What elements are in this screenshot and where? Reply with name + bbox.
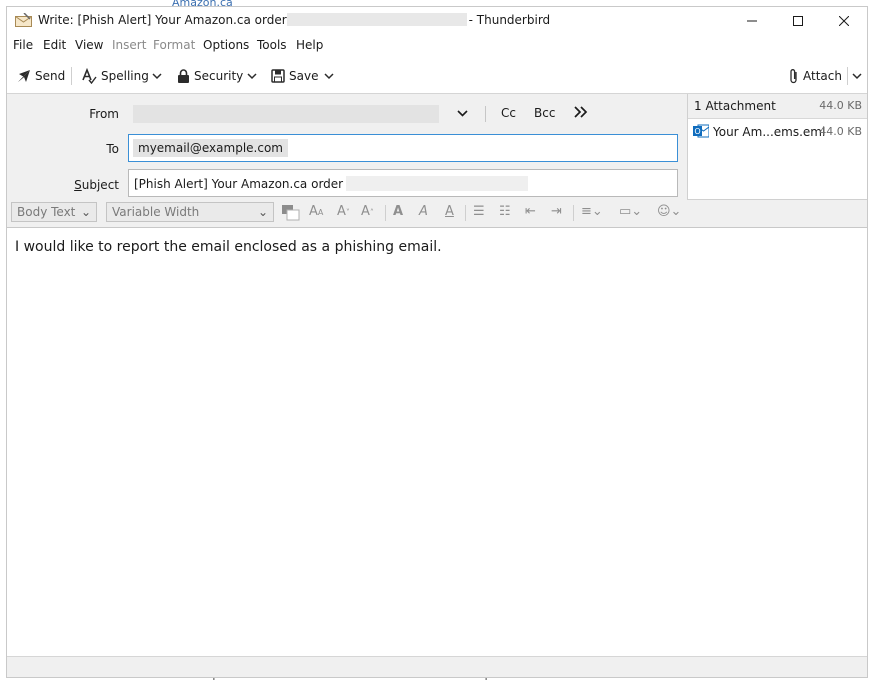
redacted-order-number: [286, 13, 467, 26]
spelling-dropdown-button[interactable]: [152, 65, 166, 87]
from-label: From: [89, 107, 119, 121]
menu-bar: File Edit View Insert Format Options Too…: [7, 36, 867, 56]
maximize-icon: [793, 15, 803, 26]
attachment-total-size: 44.0 KB: [819, 99, 862, 112]
more-recipient-types-button[interactable]: [574, 106, 588, 121]
indent-icon[interactable]: ⇥: [551, 204, 562, 220]
spelling-icon: [82, 68, 97, 84]
insert-image-icon[interactable]: ▭⌄: [619, 204, 642, 220]
bcc-button[interactable]: Bcc: [534, 106, 555, 120]
menu-help[interactable]: Help: [296, 38, 323, 52]
emoji-icon[interactable]: ☺⌄: [657, 204, 681, 220]
subject-field[interactable]: [Phish Alert] Your Amazon.ca order: [128, 169, 678, 197]
chevron-down-icon: [247, 73, 257, 80]
font-size-decrease-icon[interactable]: A˅: [337, 204, 350, 221]
outdent-icon[interactable]: ⇤: [525, 204, 536, 220]
menu-insert[interactable]: Insert: [112, 38, 146, 52]
format-separator: [465, 205, 466, 221]
to-label: To: [106, 142, 119, 156]
toolbar-separator: [847, 67, 848, 85]
format-toolbar: Body Text ⌄ Variable Width ⌄ AA A˅ A˄ A …: [7, 200, 867, 228]
spelling-button[interactable]: Spelling: [81, 65, 149, 87]
chevron-down-icon: [152, 73, 162, 80]
format-separator: [573, 205, 574, 221]
subject-value: [Phish Alert] Your Amazon.ca order: [134, 177, 344, 191]
font-size-increase-icon[interactable]: A˄: [361, 204, 374, 221]
numbered-list-icon[interactable]: ☷: [499, 204, 511, 220]
close-icon: [839, 15, 849, 26]
lock-icon: [178, 69, 189, 83]
attachment-count: 1 Attachment: [694, 99, 776, 113]
attachment-name: Your Am...ems.eml: [713, 125, 826, 139]
cc-button[interactable]: Cc: [501, 106, 516, 120]
minimize-icon: [747, 20, 757, 21]
format-separator: [385, 205, 386, 221]
align-icon[interactable]: ≡⌄: [581, 204, 603, 220]
text-color-button[interactable]: [281, 204, 301, 225]
from-identity-field[interactable]: [133, 105, 439, 123]
underline-icon[interactable]: A: [445, 204, 454, 220]
security-button[interactable]: Security: [177, 65, 243, 87]
window-title: Write: [Phish Alert] Your Amazon.ca orde…: [38, 13, 551, 27]
menu-view[interactable]: View: [75, 38, 103, 52]
save-button[interactable]: Save: [271, 65, 318, 87]
bold-icon[interactable]: A: [393, 204, 403, 220]
attachment-pane: 1 Attachment 44.0 KB O Your Am...ems.eml…: [687, 94, 867, 200]
attach-dropdown-button[interactable]: [852, 65, 866, 87]
menu-tools[interactable]: Tools: [257, 38, 287, 52]
chevron-down-icon: [852, 73, 862, 80]
save-dropdown-button[interactable]: [324, 65, 338, 87]
attachment-item[interactable]: O Your Am...ems.eml 44.0 KB: [688, 122, 867, 142]
font-size-smaller-icon[interactable]: AA: [309, 204, 323, 221]
bulleted-list-icon[interactable]: ☰: [473, 204, 485, 220]
font-select[interactable]: Variable Width ⌄: [106, 202, 274, 222]
close-window-button[interactable]: [821, 7, 867, 34]
menu-format[interactable]: Format: [153, 38, 195, 52]
to-field[interactable]: myemail@example.com: [128, 134, 678, 162]
send-icon: [18, 70, 30, 82]
maximize-button[interactable]: [775, 7, 821, 34]
svg-text:O: O: [694, 127, 700, 136]
attachment-size: 44.0 KB: [819, 125, 862, 138]
menu-file[interactable]: File: [13, 38, 33, 52]
from-dropdown-button[interactable]: [457, 107, 468, 121]
message-body-editor[interactable]: I would like to report the email enclose…: [7, 228, 867, 656]
color-picker-icon: [282, 205, 300, 221]
toolbar-separator: [71, 67, 72, 85]
menu-edit[interactable]: Edit: [43, 38, 66, 52]
paragraph-style-select[interactable]: Body Text ⌄: [11, 202, 97, 222]
chevron-down-icon: [324, 73, 334, 80]
outlook-eml-icon: O: [693, 124, 709, 138]
chevron-down-icon: [457, 110, 468, 117]
chevron-down-icon: ⌄: [257, 205, 268, 219]
paperclip-icon: [790, 69, 797, 84]
title-bar: Write: [Phish Alert] Your Amazon.ca orde…: [7, 7, 867, 34]
send-button[interactable]: Send: [17, 65, 65, 87]
chevron-down-icon: ⌄: [80, 205, 91, 219]
minimize-button[interactable]: [729, 7, 775, 34]
header-separator: [485, 106, 486, 122]
compose-header: From Cc Bcc To myemail@example.com Subje…: [7, 93, 867, 201]
compose-window: Write: [Phish Alert] Your Amazon.ca orde…: [6, 6, 868, 678]
compose-envelope-icon: [15, 13, 32, 27]
italic-icon[interactable]: A: [419, 204, 428, 220]
double-chevron-right-icon: [574, 106, 588, 118]
subject-label: Subject: [74, 178, 119, 192]
save-icon: [271, 69, 285, 83]
security-dropdown-button[interactable]: [247, 65, 261, 87]
compose-toolbar: Send Spelling Security Save Attach: [7, 61, 867, 91]
status-bar: [7, 656, 867, 677]
attach-button[interactable]: Attach: [789, 65, 842, 87]
message-body-text: I would like to report the email enclose…: [15, 239, 442, 255]
attachment-pane-header[interactable]: 1 Attachment 44.0 KB: [688, 94, 867, 119]
menu-options[interactable]: Options: [203, 38, 249, 52]
redacted-order-number: [346, 176, 529, 191]
recipient-pill[interactable]: myemail@example.com: [133, 139, 288, 157]
